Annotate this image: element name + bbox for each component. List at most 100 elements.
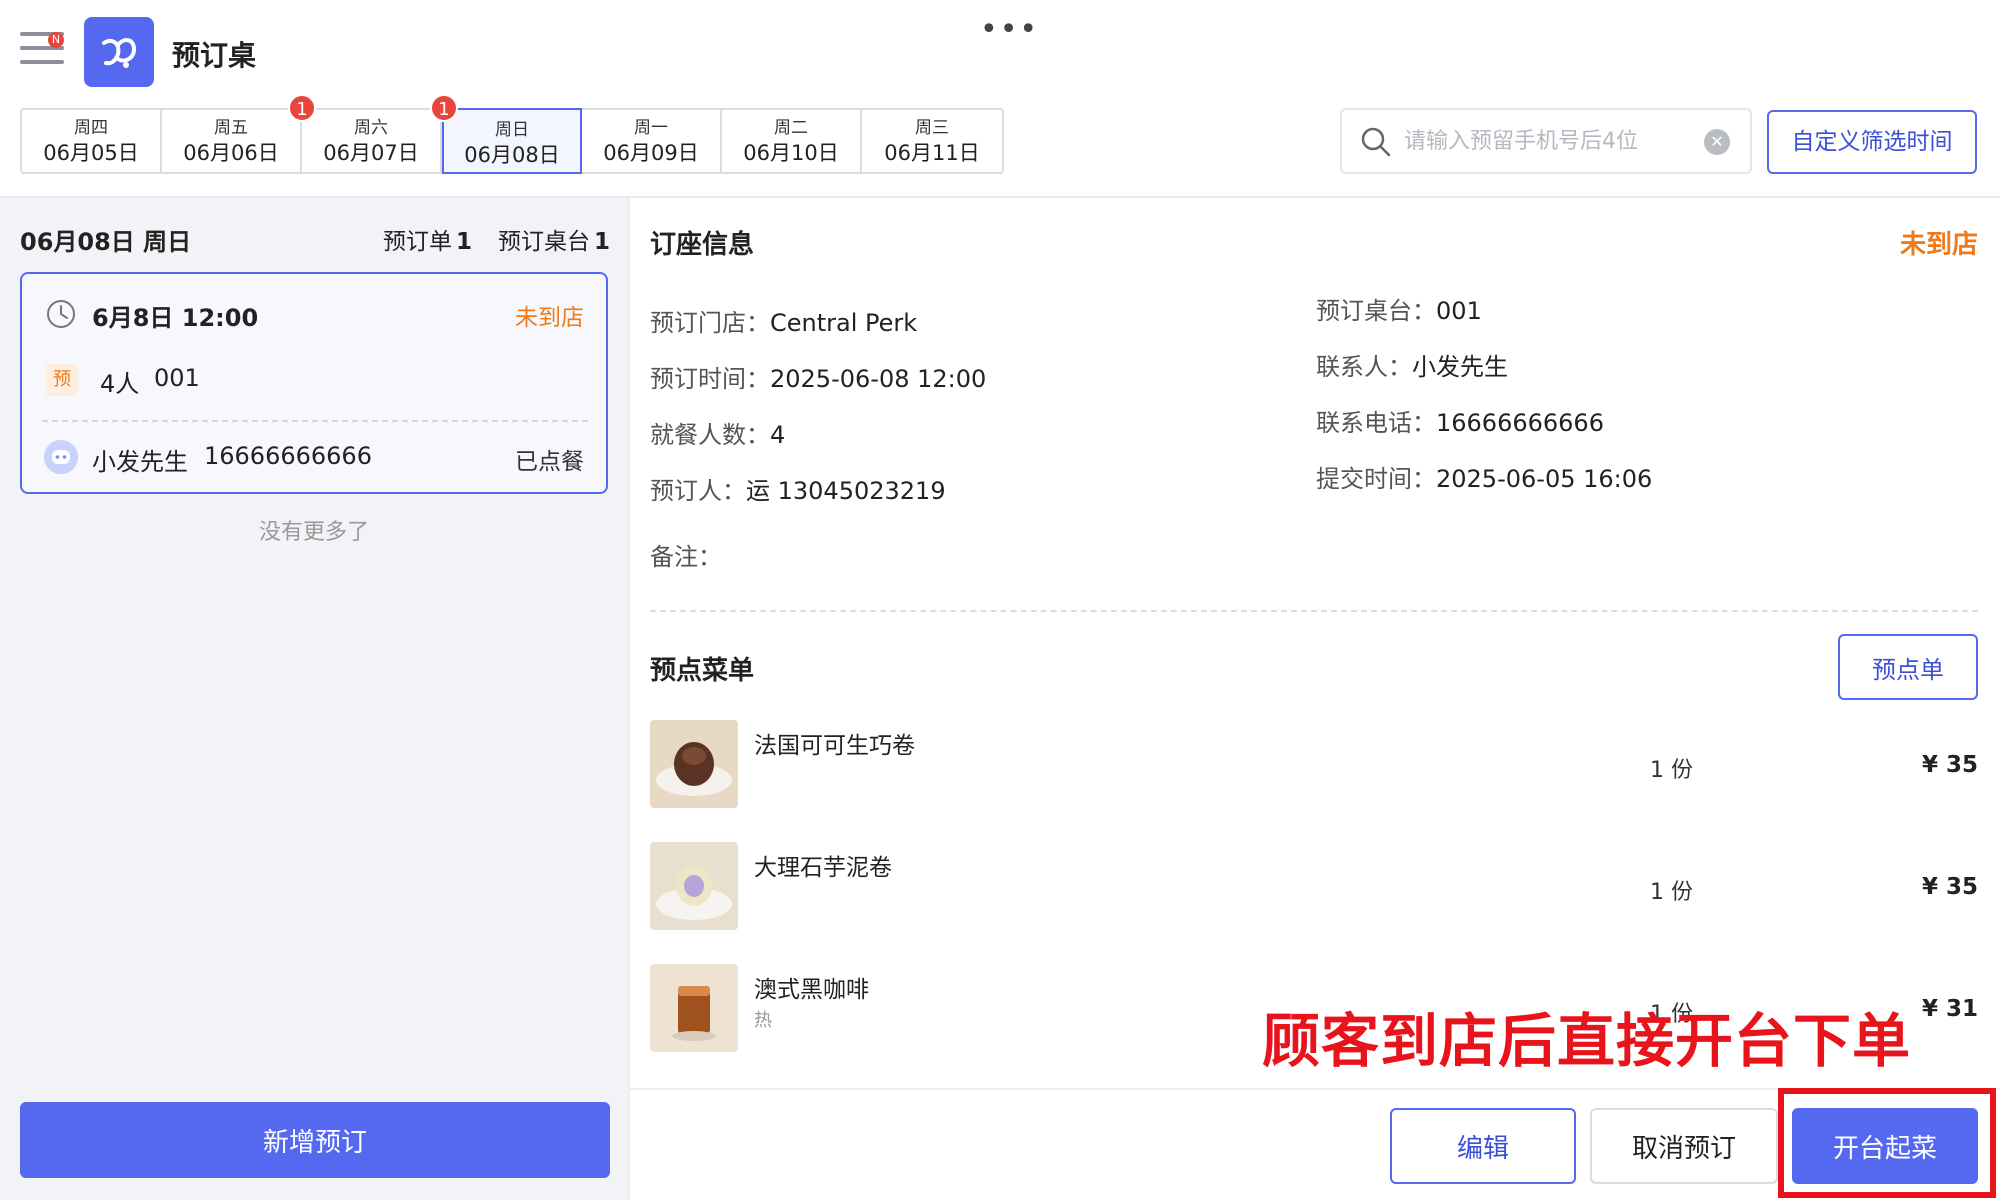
dish-image [650, 842, 738, 930]
order-count-label: 预订单 [382, 229, 452, 255]
more-options-icon[interactable]: ••• [980, 15, 1039, 45]
reservation-time: 6月8日 12:00 [92, 304, 259, 332]
ordered-status: 已点餐 [515, 449, 584, 475]
info-value: Central Perk [770, 309, 918, 337]
day-tab-date: 06月08日 [464, 143, 560, 167]
info-people: 就餐人数：4 [650, 420, 785, 450]
dish-name: 法国可可生巧卷 [754, 733, 915, 759]
info-value: 2025-06-08 12:00 [770, 365, 987, 393]
info-label: 预订桌台： [1316, 297, 1436, 325]
day-tab-weekday: 周三 [915, 118, 949, 138]
info-label: 备注： [650, 543, 722, 571]
info-value: 运 13045023219 [746, 477, 946, 505]
info-store: 预订门店：Central Perk [650, 308, 917, 338]
dish-image [650, 964, 738, 1052]
preorder-button[interactable]: 预点单 [1838, 634, 1978, 700]
info-label: 提交时间： [1316, 465, 1436, 493]
day-tab-date: 06月09日 [603, 141, 699, 165]
day-tab-weekday: 周五 [214, 118, 248, 138]
order-count-value: 1 [455, 229, 472, 255]
card-divider [42, 420, 588, 422]
info-value: 4 [770, 421, 786, 449]
day-tab-date: 06月05日 [43, 141, 139, 165]
info-remark: 备注： [650, 542, 722, 572]
info-time: 预订时间：2025-06-08 12:00 [650, 364, 986, 394]
clock-icon [46, 299, 76, 333]
dish-image [650, 720, 738, 808]
day-tab-weekday: 周四 [74, 118, 108, 138]
edit-button[interactable]: 编辑 [1390, 1108, 1576, 1184]
add-reservation-button[interactable]: 新增预订 [20, 1102, 610, 1178]
info-label: 预订门店： [650, 309, 770, 337]
list-counts: 预订单 1 预订桌台 1 [383, 222, 610, 256]
info-value: 001 [1436, 297, 1482, 325]
table-count-value: 1 [593, 229, 610, 255]
day-tab[interactable]: 周三 06月11日 [862, 110, 1002, 172]
day-tabs: 周四 06月05日 周五 06月06日 1 周六 06月07日 1 周日 06月… [20, 94, 1004, 174]
phone-search-input[interactable] [1404, 122, 1694, 160]
section-divider [650, 610, 1978, 612]
info-phone: 联系电话：16666666666 [1316, 408, 1604, 438]
dish-quantity: 1 份 [1650, 880, 1693, 905]
day-tab-active[interactable]: 1 周日 06月08日 [430, 94, 582, 174]
dish-item: 大理石芋泥卷 1 份 ¥ 35 [650, 842, 1978, 930]
preorder-tag: 预 [46, 364, 78, 396]
day-tab[interactable]: 周二 06月10日 [722, 110, 862, 172]
day-tab[interactable]: 1 周六 06月07日 [288, 94, 442, 172]
day-tab-badge: 1 [288, 94, 316, 122]
list-date-title: 06月08日 周日 [20, 228, 192, 256]
info-label: 联系电话： [1316, 409, 1436, 437]
reservation-table: 001 [154, 364, 200, 392]
table-count-label: 预订桌台 [497, 229, 590, 255]
day-tab-date: 06月11日 [884, 141, 980, 165]
day-tab-date: 06月10日 [743, 141, 839, 165]
reservation-detail-panel: 订座信息 未到店 预订门店：Central Perk 预订时间：2025-06-… [630, 198, 2000, 1200]
menu-title: 预点菜单 [650, 656, 755, 686]
detail-status: 未到店 [1899, 230, 1978, 260]
reservation-status: 未到店 [515, 305, 584, 331]
contact-name: 小发先生 [92, 448, 188, 476]
top-bar: N 预订桌 ••• [0, 0, 2000, 98]
custom-time-filter-button[interactable]: 自定义筛选时间 [1767, 110, 1977, 174]
dish-price: ¥ 35 [1921, 874, 1978, 900]
info-booker: 预订人：运 13045023219 [650, 476, 946, 506]
search-box: ✕ [1340, 108, 1752, 174]
cancel-reservation-button[interactable]: 取消预订 [1590, 1108, 1778, 1184]
highlight-frame [1778, 1088, 1996, 1198]
day-tab[interactable]: 周一 06月09日 [582, 110, 722, 172]
day-tab-weekday: 周一 [634, 118, 668, 138]
annotation-text: 顾客到店后直接开台下单 [1262, 1007, 1912, 1075]
dish-price: ¥ 35 [1921, 752, 1978, 778]
dish-item: 法国可可生巧卷 1 份 ¥ 35 [650, 720, 1978, 808]
avatar-icon [44, 440, 78, 474]
list-header: 06月08日 周日 预订单 1 预订桌台 1 [20, 222, 610, 256]
dish-spec: 热 [754, 1010, 772, 1031]
info-value: 小发先生 [1412, 353, 1508, 381]
info-label: 预订人： [650, 477, 746, 505]
dish-name: 大理石芋泥卷 [754, 855, 892, 881]
info-label: 预订时间： [650, 365, 770, 393]
no-more-text: 没有更多了 [258, 520, 369, 545]
dish-price: ¥ 31 [1921, 996, 1978, 1022]
day-tab-weekday: 周六 [354, 118, 388, 138]
info-label: 就餐人数： [650, 421, 770, 449]
info-contact: 联系人：小发先生 [1316, 352, 1508, 382]
reservation-card[interactable]: 6月8日 12:00 未到店 预 4人 001 小发先生 16666666666… [20, 272, 608, 494]
day-tab-date: 06月07日 [323, 141, 419, 165]
clear-search-icon[interactable]: ✕ [1704, 129, 1730, 155]
day-tab-weekday: 周二 [774, 118, 808, 138]
day-tab[interactable]: 周四 06月05日 [22, 110, 162, 172]
dish-quantity: 1 份 [1650, 758, 1693, 783]
info-value: 2025-06-05 16:06 [1436, 465, 1653, 493]
search-icon [1360, 126, 1392, 162]
info-value: 16666666666 [1436, 409, 1604, 437]
day-tab-date: 06月06日 [183, 141, 279, 165]
info-label: 联系人： [1316, 353, 1412, 381]
day-tab-badge: 1 [430, 94, 458, 122]
contact-phone: 16666666666 [204, 442, 372, 470]
day-tab[interactable]: 周五 06月06日 [162, 110, 302, 172]
menu-notification-badge: N [48, 32, 64, 48]
detail-title: 订座信息 [650, 230, 755, 260]
info-submitted: 提交时间：2025-06-05 16:06 [1316, 464, 1652, 494]
app-logo-icon [84, 17, 154, 87]
